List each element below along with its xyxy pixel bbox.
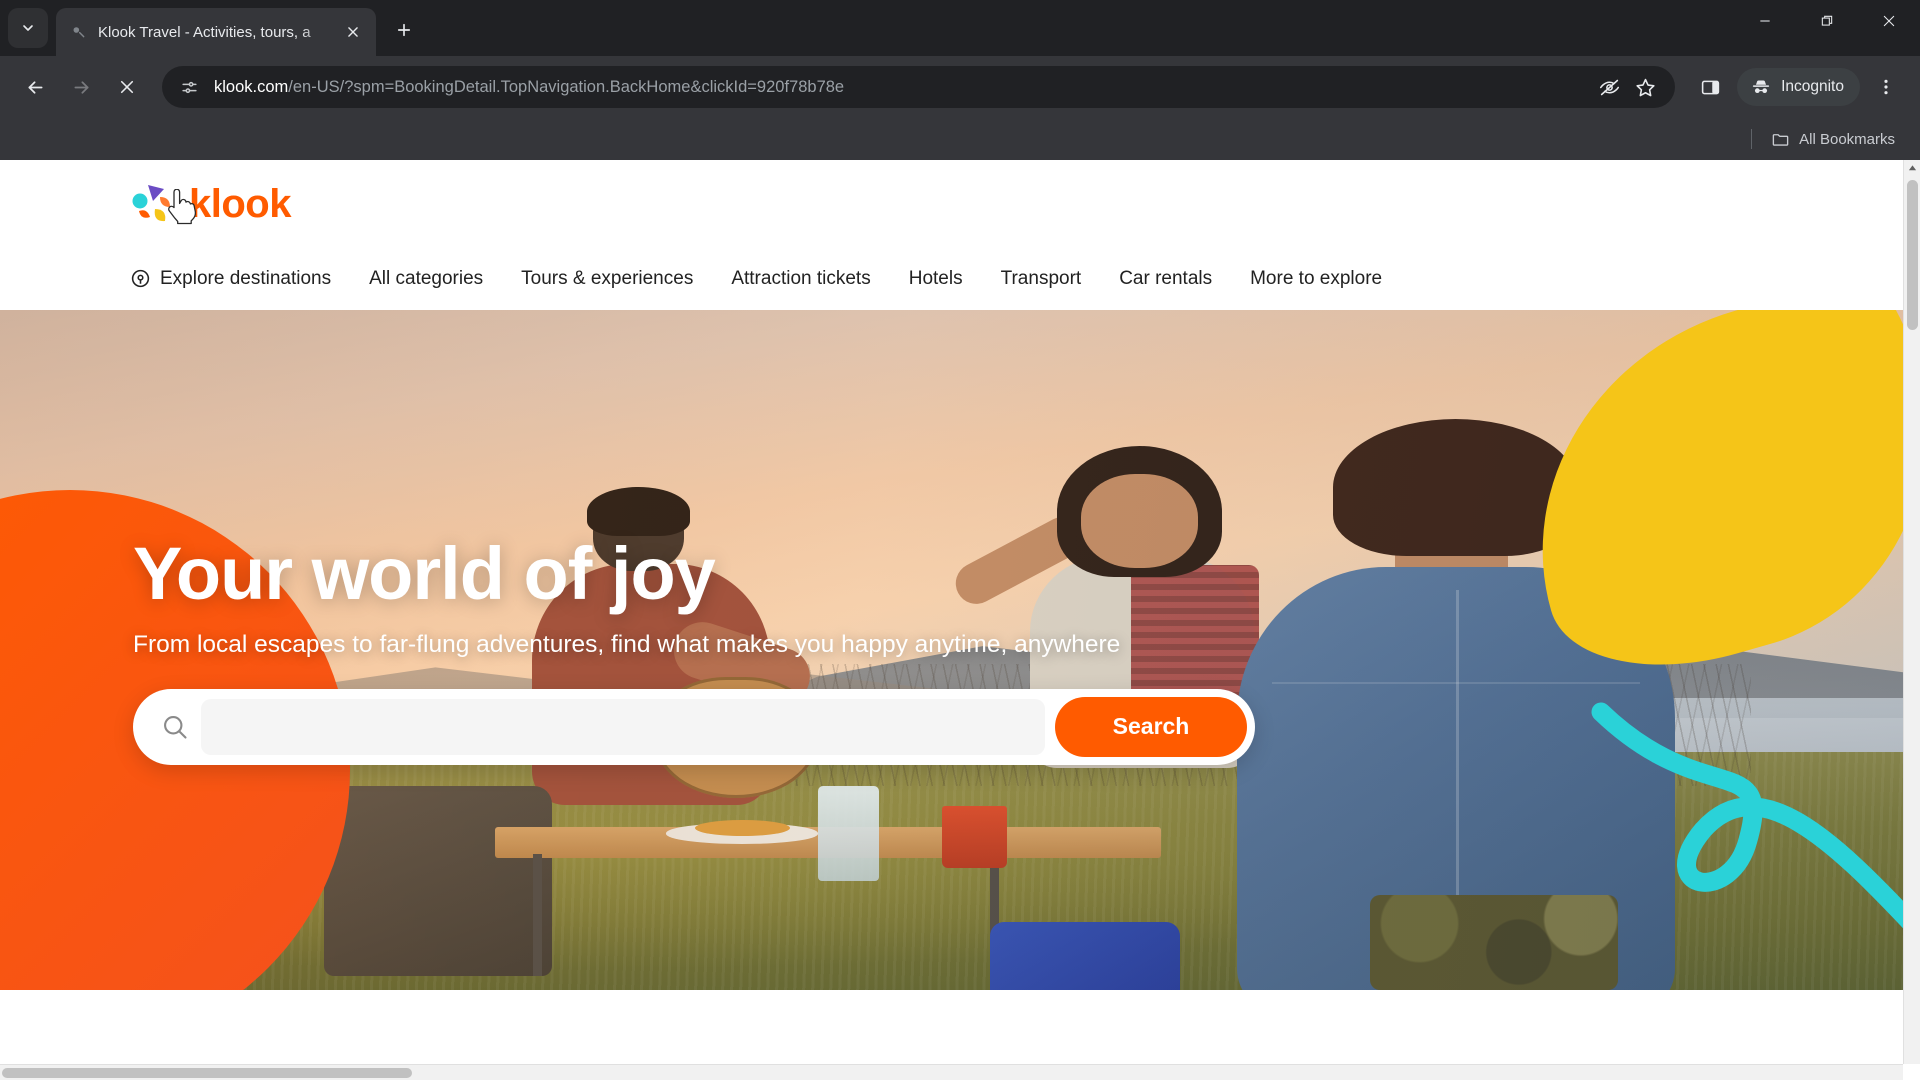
vertical-scrollbar[interactable] [1903, 160, 1920, 1064]
chevron-up-icon [1908, 165, 1916, 171]
all-bookmarks-label: All Bookmarks [1799, 130, 1895, 148]
search-icon [159, 711, 191, 743]
window-minimize-button[interactable] [1734, 0, 1796, 42]
eye-off-icon [1599, 79, 1619, 95]
site-navigation: Explore destinations All categories Tour… [0, 248, 1903, 310]
nav-label: Tours & experiences [521, 267, 694, 289]
page-viewport: klook Explore destinations All categorie… [0, 160, 1920, 1080]
tab-title: Klook Travel - Activities, tours, a [98, 23, 311, 41]
browser-toolbar: klook.com/en-US/?spm=BookingDetail.TopNa… [0, 56, 1920, 118]
browser-window: Klook Travel - Activities, tours, a kloo… [0, 0, 1920, 1080]
nav-car-rentals[interactable]: Car rentals [1119, 268, 1212, 290]
toolbar-right-actions: Incognito [1689, 66, 1906, 108]
klook-favicon [70, 23, 88, 41]
hero-title: Your world of joy [133, 532, 716, 616]
side-panel-button[interactable] [1689, 66, 1731, 108]
close-icon [348, 27, 358, 37]
address-bar-actions [1583, 71, 1661, 103]
site-info-icon[interactable] [178, 76, 200, 98]
nav-tours-experiences[interactable]: Tours & experiences [521, 268, 693, 290]
window-controls [1734, 0, 1920, 56]
nav-label: Hotels [908, 267, 963, 289]
nav-label: Transport [1000, 267, 1082, 289]
search-button[interactable]: Search [1055, 696, 1247, 757]
tab-strip: Klook Travel - Activities, tours, a [0, 0, 1920, 56]
stop-loading-button[interactable] [106, 66, 148, 108]
address-bar-url: klook.com/en-US/?spm=BookingDetail.TopNa… [214, 78, 844, 97]
hero-search-bar: Search [133, 688, 1255, 765]
chrome-menu-button[interactable] [1866, 67, 1906, 107]
nav-all-categories[interactable]: All categories [369, 268, 483, 290]
all-bookmarks-button[interactable]: All Bookmarks [1762, 125, 1904, 154]
chevron-down-icon [23, 25, 33, 31]
klook-logo-mark [132, 185, 170, 222]
incognito-indicator[interactable]: Incognito [1737, 68, 1860, 106]
side-panel-icon [1701, 80, 1719, 94]
close-icon [1883, 15, 1895, 27]
bookmarks-bar: All Bookmarks [0, 118, 1920, 160]
nav-label: Car rentals [1119, 267, 1213, 289]
close-icon [120, 80, 134, 94]
browser-tab[interactable]: Klook Travel - Activities, tours, a [56, 8, 376, 56]
nav-transport[interactable]: Transport [1001, 268, 1082, 290]
tab-search-button[interactable] [8, 8, 48, 48]
tracking-protection-button[interactable] [1593, 71, 1625, 103]
site-header: klook [0, 160, 1903, 248]
url-path: /en-US/?spm=BookingDetail.TopNavigation.… [288, 77, 845, 96]
vertical-scrollbar-thumb[interactable] [1907, 180, 1918, 330]
three-dot-menu-icon [1884, 79, 1888, 95]
arrow-left-icon [28, 80, 42, 94]
url-host: klook.com [214, 77, 289, 96]
nav-hotels[interactable]: Hotels [909, 268, 963, 290]
nav-explore-destinations[interactable]: Explore destinations [130, 268, 331, 290]
bookmarks-separator [1751, 129, 1753, 149]
search-input[interactable] [201, 698, 1045, 755]
nav-label: More to explore [1250, 267, 1383, 289]
decorative-teal-squiggle [1591, 702, 1903, 929]
plus-icon [397, 23, 411, 37]
minimize-icon [1760, 20, 1770, 22]
star-icon [1635, 78, 1655, 96]
horizontal-scrollbar-thumb[interactable] [2, 1068, 412, 1078]
new-tab-button[interactable] [386, 12, 422, 48]
incognito-icon [1753, 80, 1770, 94]
bookmark-button[interactable] [1629, 71, 1661, 103]
scroll-up-button[interactable] [1904, 160, 1920, 177]
klook-logo-text: klook [189, 181, 291, 226]
window-close-button[interactable] [1858, 0, 1920, 42]
window-restore-button[interactable] [1796, 0, 1858, 42]
klook-logo[interactable]: klook [130, 181, 291, 227]
below-hero-section [0, 990, 1903, 1064]
back-button[interactable] [14, 66, 56, 108]
address-bar[interactable]: klook.com/en-US/?spm=BookingDetail.TopNa… [162, 66, 1676, 108]
nav-more-to-explore[interactable]: More to explore [1250, 268, 1382, 290]
arrow-right-icon [74, 80, 88, 94]
tab-close-button[interactable] [340, 19, 366, 45]
nav-label: All categories [369, 267, 484, 289]
hero-banner: Your world of joy From local escapes to … [0, 310, 1903, 990]
nav-label: Attraction tickets [731, 267, 871, 289]
forward-button[interactable] [60, 66, 102, 108]
klook-page: klook Explore destinations All categorie… [0, 160, 1903, 1064]
location-pin-icon [131, 269, 150, 288]
hero-subtitle: From local escapes to far-flung adventur… [133, 630, 1121, 658]
nav-attraction-tickets[interactable]: Attraction tickets [731, 268, 870, 290]
restore-icon [1821, 15, 1833, 26]
nav-label: Explore destinations [160, 267, 332, 289]
horizontal-scrollbar[interactable] [0, 1064, 1903, 1080]
hero-content: Your world of joy From local escapes to … [133, 310, 1313, 990]
incognito-label: Incognito [1781, 78, 1844, 95]
folder-icon [1772, 133, 1789, 146]
